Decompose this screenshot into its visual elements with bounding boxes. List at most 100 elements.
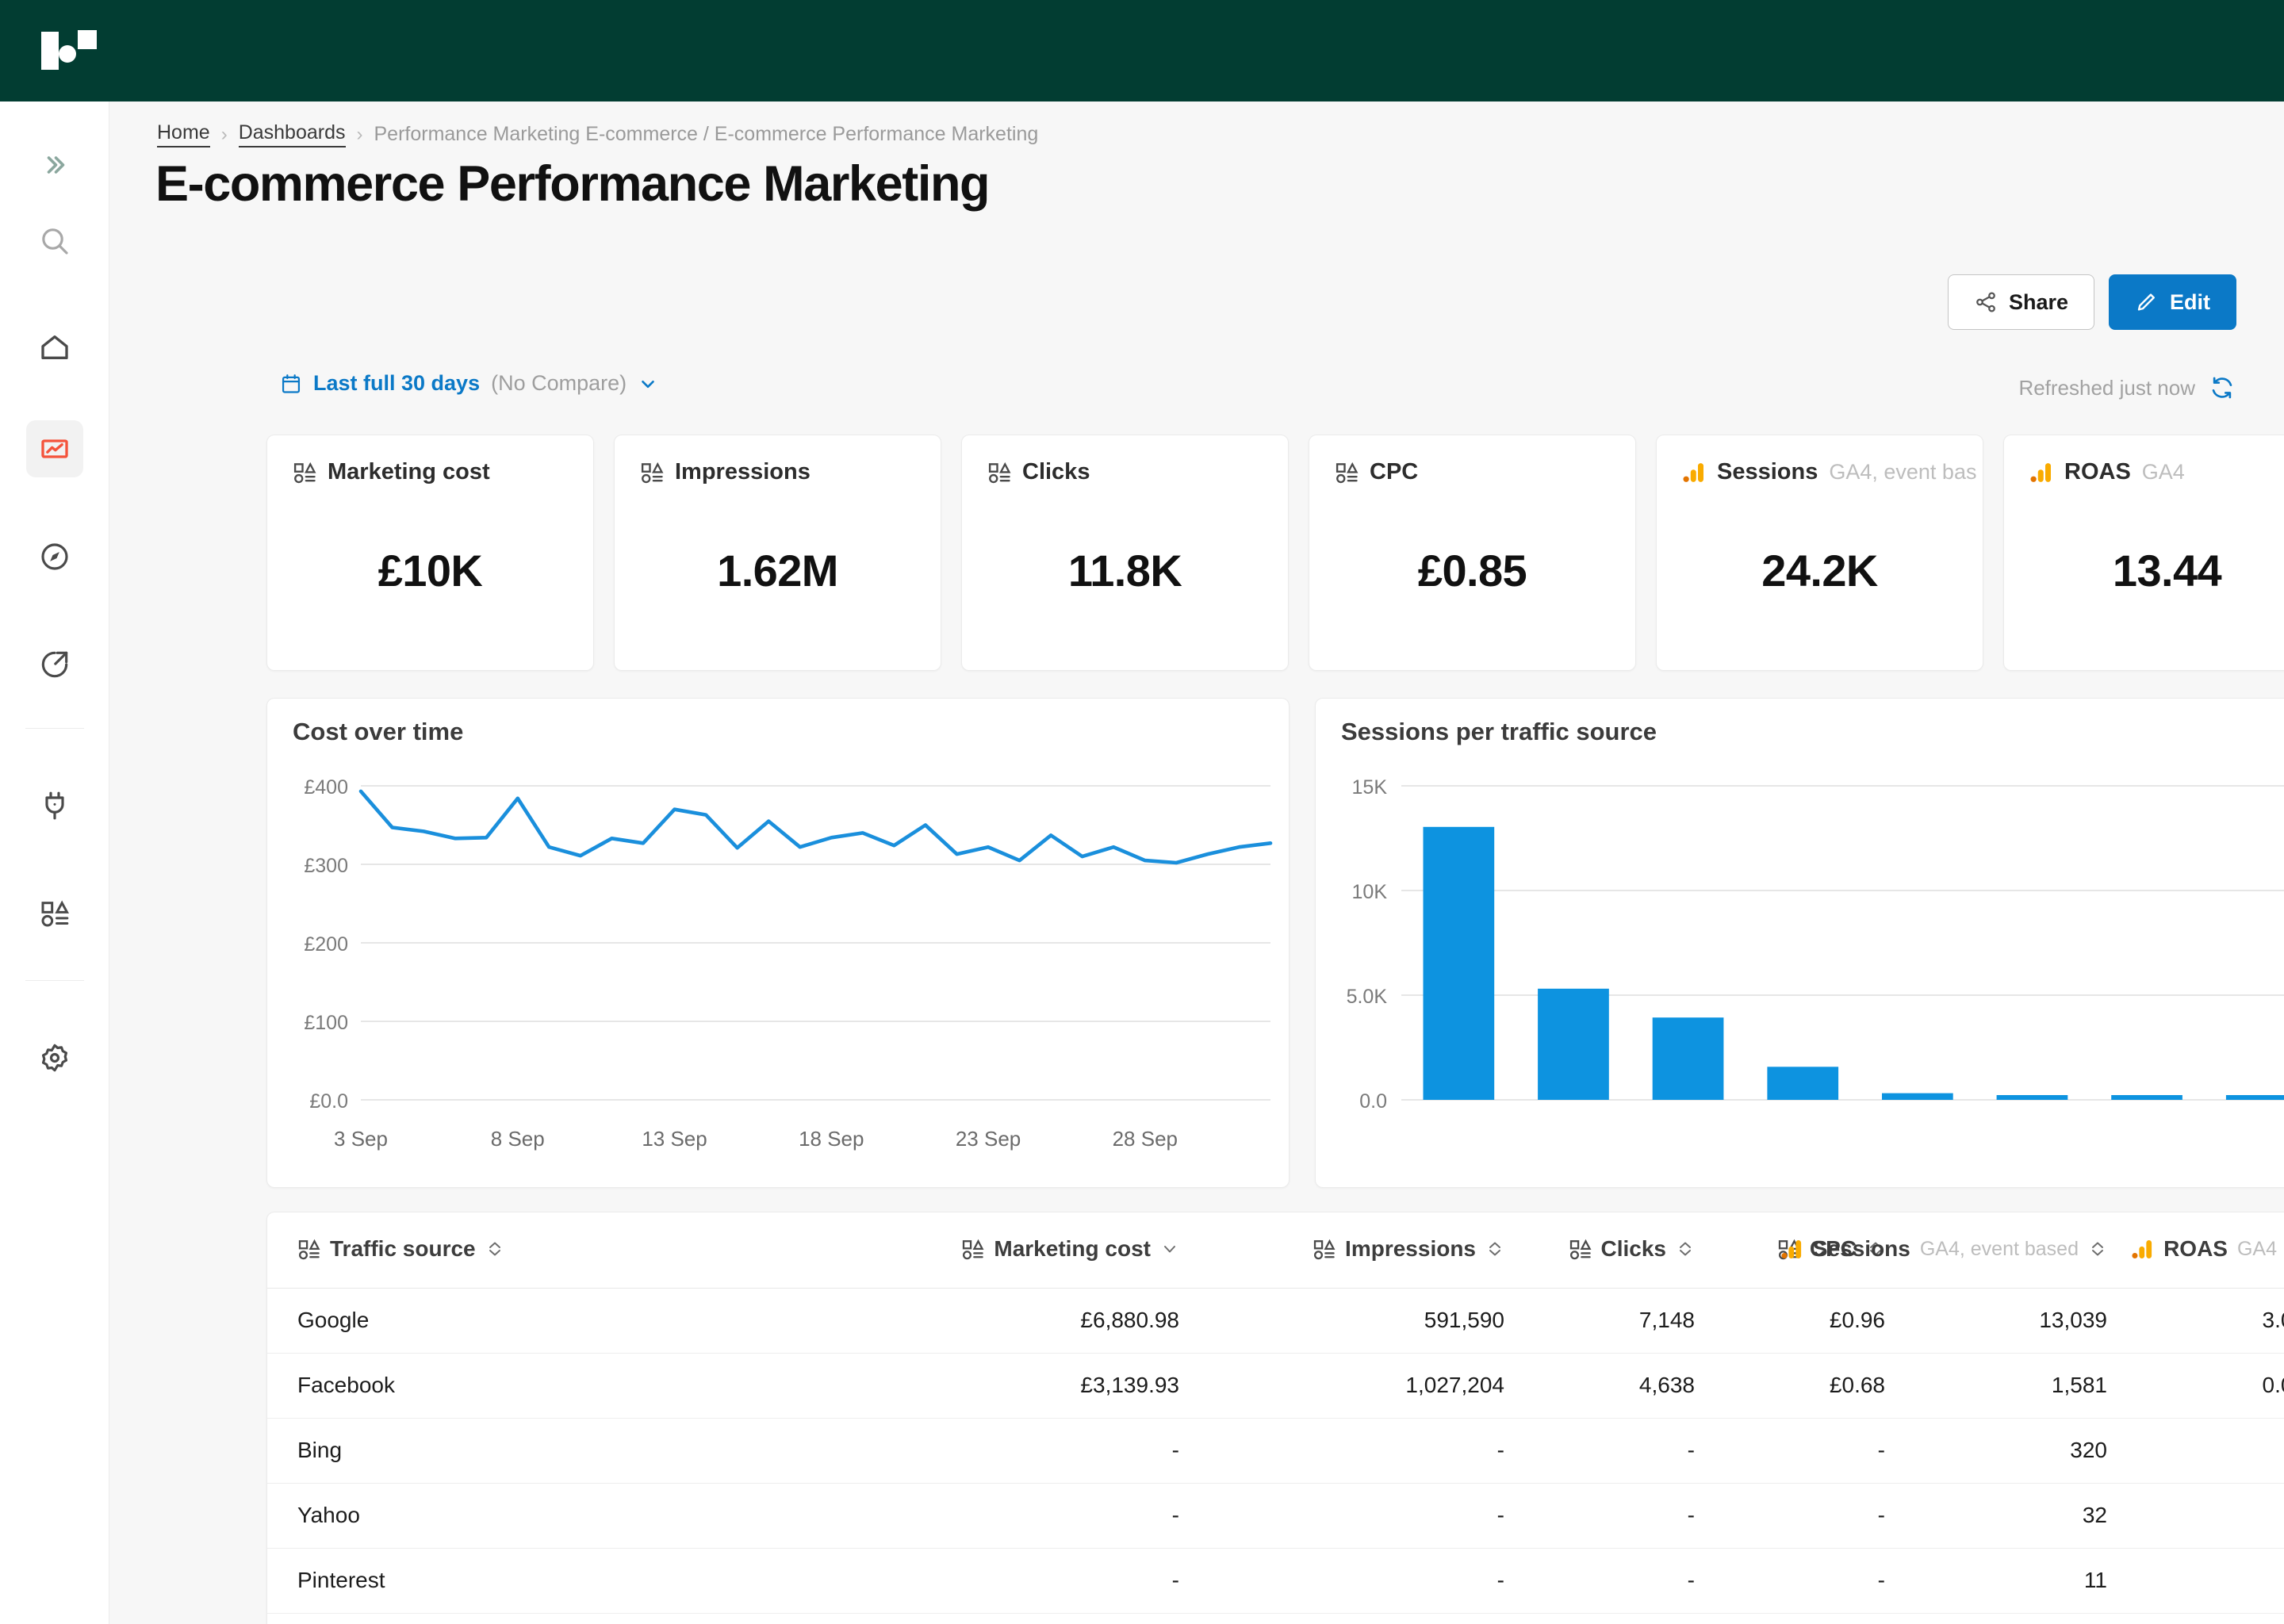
- kpi-card-sessions[interactable]: Sessions GA4, event bas 24.2K: [1656, 435, 1983, 671]
- table-header-label: Impressions: [1345, 1236, 1476, 1261]
- bar-other[interactable]: [1652, 1017, 1724, 1100]
- kpi-value: £10K: [377, 546, 483, 596]
- sidebar-item-connectors[interactable]: [26, 777, 83, 834]
- sessions-per-source-chart: 0.0 5.0K 10K 15K: [1347, 776, 2284, 1113]
- x-axis-tick: 18 Sep: [799, 1127, 864, 1151]
- kpi-card-roas[interactable]: ROAS GA4 13.44: [2003, 435, 2284, 671]
- bar-facebook[interactable]: [1767, 1067, 1839, 1100]
- table-header-sessions[interactable]: Sessions GA4, event based: [1780, 1236, 2107, 1262]
- sessions-per-source-title: Sessions per traffic source: [1341, 718, 1657, 745]
- kpi-card-clicks[interactable]: Clicks 11.8K: [961, 435, 1289, 671]
- sort-icon[interactable]: [1485, 1239, 1504, 1258]
- x-axis-tick: 3 Sep: [334, 1127, 388, 1151]
- sort-icon[interactable]: [2088, 1239, 2107, 1258]
- table-row[interactable]: Yahoo----32-: [267, 1484, 2284, 1549]
- kpi-value: £0.85: [1417, 546, 1527, 596]
- calendar-icon: [280, 373, 302, 395]
- kpi-value: 1.62M: [717, 546, 838, 596]
- table-header-label: Clicks: [1600, 1236, 1667, 1261]
- rail-divider-2: [25, 980, 84, 981]
- table-cell-roas: 0.07: [2262, 1373, 2284, 1397]
- kpi-value: 13.44: [2112, 546, 2222, 596]
- table-header-roas[interactable]: ROAS GA4: [2131, 1236, 2284, 1262]
- x-axis-tick: 13 Sep: [642, 1127, 707, 1151]
- breadcrumb-dashboards[interactable]: Dashboards: [238, 121, 346, 147]
- cost-over-time-panel[interactable]: Cost over time £0.0 £100 £200 £300 £400 3 Sep…: [266, 698, 1290, 1188]
- table-row[interactable]: Pinterest----11-: [267, 1549, 2284, 1614]
- sort-desc-icon[interactable]: [1160, 1239, 1179, 1258]
- cost-line-series: [358, 789, 1273, 865]
- home-icon: [39, 331, 71, 363]
- sidebar-item-settings[interactable]: [26, 1029, 83, 1086]
- sidebar-item-search[interactable]: [26, 213, 83, 270]
- refresh-icon[interactable]: [2209, 375, 2235, 400]
- bar-bing[interactable]: [1882, 1093, 1953, 1100]
- table-cell-roas: -: [267, 1438, 2284, 1463]
- edit-button[interactable]: Edit: [2109, 274, 2236, 330]
- left-nav-rail: [0, 102, 109, 1624]
- share-external-icon: [39, 649, 71, 680]
- table-row[interactable]: Google £6,880.98 591,590 7,148 £0.96 13,039 3.…: [267, 1289, 2284, 1354]
- table-header-label: ROAS: [2163, 1236, 2228, 1261]
- kpi-header: CPC: [1335, 459, 1635, 485]
- gear-icon: [39, 1042, 71, 1074]
- table-cell-roas: 3.09: [2262, 1308, 2284, 1332]
- bar-pinterest[interactable]: [2225, 1095, 2284, 1100]
- table-header-cost[interactable]: Marketing cost: [961, 1236, 1179, 1262]
- compass-icon: [39, 541, 71, 573]
- kpi-data-source: GA4, event bas: [1829, 460, 1977, 484]
- bar-yahoo[interactable]: [1996, 1095, 2068, 1100]
- breadcrumb: Home › Dashboards › Performance Marketin…: [157, 121, 1038, 147]
- table-header-clicks[interactable]: Clicks: [1569, 1236, 1696, 1262]
- sort-icon[interactable]: [485, 1239, 504, 1258]
- table-row[interactable]: Other----3,931-: [267, 1614, 2284, 1624]
- sidebar-item-explore[interactable]: [26, 528, 83, 585]
- kpi-label: ROAS: [2064, 459, 2131, 485]
- sessions-per-source-panel[interactable]: Sessions per traffic source 0.0 5.0K 10K 15…: [1315, 698, 2284, 1188]
- y-axis-tick: £300: [304, 855, 348, 877]
- share-button[interactable]: Share: [1947, 274, 2094, 330]
- table-row[interactable]: Bing----320-: [267, 1419, 2284, 1484]
- ga4-icon: [1780, 1238, 1803, 1261]
- bar-direct[interactable]: [1538, 988, 1609, 1100]
- table-row[interactable]: Facebook £3,139.93 1,027,204 4,638 £0.68 1,58…: [267, 1354, 2284, 1419]
- edit-button-label: Edit: [2170, 289, 2210, 314]
- breadcrumb-home[interactable]: Home: [157, 121, 210, 147]
- supermetrics-logo[interactable]: [41, 25, 97, 76]
- kpi-label: CPC: [1370, 459, 1419, 485]
- table-header-label: Sessions: [1812, 1236, 1910, 1261]
- sort-icon[interactable]: [1676, 1239, 1695, 1258]
- kpi-header: Marketing cost: [293, 459, 593, 485]
- sidebar-item-share[interactable]: [26, 636, 83, 693]
- x-axis-tick: 8 Sep: [491, 1127, 545, 1151]
- ga4-icon: [2131, 1238, 2154, 1261]
- chevron-down-icon: [638, 373, 658, 394]
- x-axis-tick: 23 Sep: [956, 1127, 1021, 1151]
- kpi-label: Marketing cost: [328, 459, 490, 485]
- cost-over-time-title: Cost over time: [293, 718, 464, 745]
- bar-referral[interactable]: [2111, 1095, 2182, 1100]
- kpi-label: Impressions: [675, 459, 811, 485]
- table-header-source[interactable]: Traffic source: [297, 1236, 504, 1262]
- sidebar-item-collapse-expand[interactable]: [26, 136, 83, 193]
- kpi-card-marketing-cost[interactable]: Marketing cost £10K: [266, 435, 594, 671]
- sidebar-item-data[interactable]: [26, 885, 83, 942]
- kpi-card-impressions[interactable]: Impressions 1.62M: [614, 435, 941, 671]
- date-range-label: Last full 30 days: [313, 371, 481, 395]
- pencil-icon: [2135, 290, 2159, 314]
- sidebar-item-home[interactable]: [26, 319, 83, 376]
- kpi-data-source: GA4: [2141, 460, 2185, 484]
- refresh-status-label: Refreshed just now: [2018, 375, 2195, 400]
- y-axis-tick: £100: [304, 1012, 348, 1034]
- breadcrumb-separator-2: ›: [356, 123, 363, 145]
- blend-shapes-icon: [293, 461, 316, 485]
- kpi-card-cpc[interactable]: CPC £0.85: [1309, 435, 1636, 671]
- table-cell-roas: -: [267, 1568, 2284, 1593]
- sidebar-item-reporting[interactable]: [26, 420, 83, 477]
- blend-shapes-icon: [1313, 1238, 1336, 1261]
- date-range-picker[interactable]: Last full 30 days (No Compare): [280, 371, 658, 396]
- table-header-impressions[interactable]: Impressions: [1313, 1236, 1504, 1262]
- blend-shapes-icon: [39, 898, 71, 929]
- bar-google[interactable]: [1423, 826, 1495, 1100]
- refresh-status: Refreshed just now: [2018, 375, 2235, 400]
